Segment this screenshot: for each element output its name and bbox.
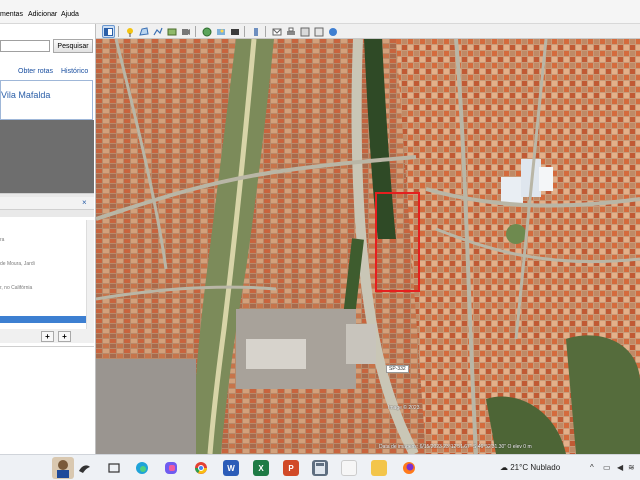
firefox-icon[interactable] — [401, 460, 417, 476]
menu-ajuda[interactable]: Ajuda — [61, 11, 79, 18]
list-item[interactable]: de Moura, Jardi — [0, 261, 35, 267]
notepad-icon[interactable] — [341, 460, 357, 476]
map-toolbar — [96, 24, 640, 39]
placemark-icon[interactable] — [123, 25, 136, 38]
result-preview-area — [0, 120, 94, 193]
chevron-up-icon[interactable]: ^ — [590, 463, 594, 472]
places-controls: + + — [0, 329, 94, 343]
record-tour-icon[interactable] — [179, 25, 192, 38]
globe-icon[interactable] — [326, 25, 339, 38]
weather-temp: 21°C — [510, 463, 529, 472]
file-explorer-icon[interactable] — [371, 460, 387, 476]
add-folder-button[interactable]: + — [58, 331, 71, 342]
word-icon[interactable]: W — [223, 460, 239, 476]
ruler-icon[interactable] — [249, 25, 262, 38]
windows-taskbar: W X P ☁ 21°C Nublado ^ ▭ ◀ ≋ — [0, 454, 640, 480]
menu-bar: mentas Adicionar Ajuda — [0, 0, 640, 24]
search-input[interactable] — [0, 40, 50, 52]
menu-ferramentas[interactable]: mentas — [0, 11, 23, 18]
save-image-icon[interactable] — [298, 25, 311, 38]
polygon-icon[interactable] — [137, 25, 150, 38]
path-icon[interactable] — [151, 25, 164, 38]
places-list: ra de Moura, Jardi r, no Califórnia — [0, 220, 86, 316]
copilot-icon[interactable] — [163, 460, 179, 476]
result-title[interactable]: Vila Mafalda — [1, 90, 50, 100]
task-view-icon[interactable] — [106, 460, 122, 476]
pinned-avatar-icon[interactable] — [52, 457, 74, 479]
places-panel-header — [0, 197, 94, 210]
search-button[interactable]: Pesquisar — [53, 39, 93, 53]
view-in-maps-icon[interactable] — [312, 25, 325, 38]
battery-icon[interactable]: ▭ — [603, 463, 611, 472]
area-highlight-rectangle — [375, 192, 420, 292]
weather-widget[interactable]: ☁ 21°C Nublado — [500, 463, 560, 472]
layers-panel — [0, 346, 94, 454]
bird-icon[interactable] — [76, 460, 92, 476]
left-sidebar: Pesquisar Obter rotas Histórico Vila Maf… — [0, 24, 96, 454]
map-imagery — [96, 39, 640, 454]
list-item[interactable]: ra — [0, 237, 4, 243]
places-scrollbar[interactable] — [86, 220, 94, 330]
road-label: SP-332 — [386, 365, 409, 373]
cloud-icon: ☁ — [500, 463, 508, 472]
print-icon[interactable] — [284, 25, 297, 38]
imagery-copyright: Image © 2023 — [388, 405, 420, 411]
selected-list-item[interactable] — [0, 316, 86, 323]
historical-imagery-icon[interactable] — [200, 25, 213, 38]
close-icon[interactable]: × — [82, 198, 87, 207]
overlay-icon[interactable] — [165, 25, 178, 38]
planets-icon[interactable] — [228, 25, 241, 38]
add-button[interactable]: + — [41, 331, 54, 342]
calculator-icon[interactable] — [312, 460, 328, 476]
satellite-map[interactable]: SP-332 Image © 2023 Data de imagens: 6/1… — [96, 39, 640, 454]
powerpoint-icon[interactable]: P — [283, 460, 299, 476]
edge-icon[interactable] — [134, 460, 150, 476]
search-result[interactable]: Vila Mafalda — [0, 80, 93, 120]
history-link[interactable]: Histórico — [61, 68, 88, 75]
email-icon[interactable] — [270, 25, 283, 38]
weather-desc: Nublado — [530, 463, 561, 472]
excel-icon[interactable]: X — [253, 460, 269, 476]
sun-icon[interactable] — [214, 25, 227, 38]
sidebar-toggle-icon[interactable] — [102, 25, 115, 38]
list-item[interactable]: r, no Califórnia — [0, 285, 32, 291]
get-directions-link[interactable]: Obter rotas — [18, 68, 53, 75]
menu-adicionar[interactable]: Adicionar — [28, 11, 57, 18]
wifi-icon[interactable]: ≋ — [628, 463, 635, 472]
chrome-icon[interactable] — [193, 460, 209, 476]
map-status-bar: Data de imagens: 6/15/2023 23°12'51.67" … — [379, 444, 532, 450]
speaker-icon[interactable]: ◀ — [617, 463, 623, 472]
